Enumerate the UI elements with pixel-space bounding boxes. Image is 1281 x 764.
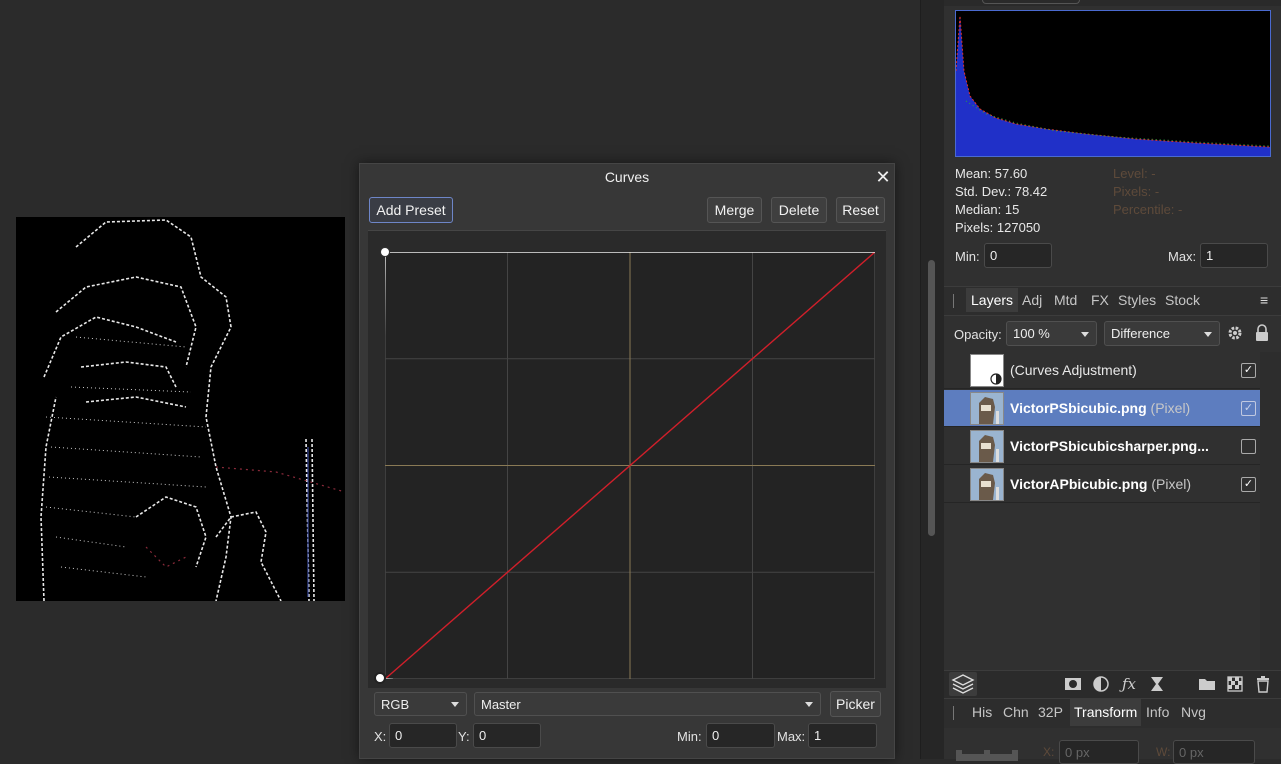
curve-max-label: Max:	[777, 729, 806, 744]
curve-control-point-bottom[interactable]	[374, 672, 386, 684]
layer-row-victorapbicubic[interactable]: VictorAPbicubic.png (Pixel) ✓	[944, 466, 1260, 503]
anchor-grid-icon[interactable]	[956, 748, 1018, 761]
curve-min-label: Min:	[677, 729, 702, 744]
stat-pixels: Pixels: 127050	[955, 220, 1041, 235]
curve-x-label: X:	[374, 729, 387, 744]
transform-x-label: X:	[1043, 745, 1055, 759]
layer-visibility-checkbox[interactable]	[1241, 439, 1256, 454]
panel-grip[interactable]	[953, 294, 954, 308]
curve-y-input[interactable]: 0	[473, 723, 541, 748]
transform-w-input[interactable]: 0 px	[1173, 740, 1255, 764]
panel-grip[interactable]	[953, 706, 954, 720]
layer-row-curves-adjustment[interactable]: (Curves Adjustment) ✓	[944, 352, 1260, 389]
tab-mtd[interactable]: Mtd	[1054, 292, 1077, 308]
histogram-min-input[interactable]: 0	[984, 243, 1052, 268]
merge-button[interactable]: Merge	[707, 197, 762, 223]
curve-control-point-top[interactable]	[380, 247, 390, 257]
adjustment-thumbnail	[970, 354, 1004, 387]
layer-filename: VictorAPbicubic.png	[1010, 476, 1148, 492]
chevron-down-icon	[1081, 331, 1089, 337]
component-dropdown[interactable]: Master	[474, 692, 821, 716]
add-preset-button[interactable]: Add Preset	[369, 197, 453, 223]
tab-channels[interactable]: Chn	[1003, 704, 1029, 720]
tab-adj[interactable]: Adj	[1022, 292, 1042, 308]
trash-icon[interactable]	[1253, 674, 1273, 694]
picker-button[interactable]: Picker	[830, 691, 881, 717]
layer-name: VictorAPbicubic.png (Pixel)	[1010, 476, 1191, 492]
panel-menu-icon[interactable]: ≡	[1260, 293, 1274, 307]
tab-transform[interactable]: Transform	[1070, 699, 1142, 726]
tab-stock[interactable]: Stock	[1165, 292, 1200, 308]
curve-x-input[interactable]: 0	[389, 723, 457, 748]
layers-stack-icon[interactable]	[949, 672, 977, 696]
layer-thumbnail	[970, 430, 1004, 463]
lock-icon[interactable]	[1255, 324, 1269, 342]
curve-y-label: Y:	[458, 729, 470, 744]
transform-x-input[interactable]: 0 px	[1059, 740, 1139, 764]
tab-fx[interactable]: FX	[1091, 292, 1109, 308]
layer-name: VictorPSbicubic.png (Pixel)	[1010, 400, 1190, 416]
live-filter-icon[interactable]	[1147, 674, 1167, 694]
layer-name: VictorPSbicubicsharper.png...	[1010, 438, 1209, 454]
channel-value: RGB	[381, 696, 410, 712]
transform-w-label: W:	[1156, 745, 1171, 759]
delete-button[interactable]: Delete	[771, 197, 827, 223]
layer-visibility-checkbox[interactable]: ✓	[1241, 401, 1256, 416]
layer-visibility-checkbox[interactable]: ✓	[1241, 363, 1256, 378]
layer-row-victorpsbicubicsharper[interactable]: VictorPSbicubicsharper.png...	[944, 428, 1260, 465]
layer-visibility-checkbox[interactable]: ✓	[1241, 477, 1256, 492]
layers-scrollbar[interactable]	[1260, 352, 1281, 670]
chevron-down-icon	[1204, 331, 1212, 337]
tab-history[interactable]: His	[972, 704, 992, 720]
histogram-max-input[interactable]: 1	[1200, 243, 1268, 268]
histogram-max-label: Max:	[1168, 249, 1197, 264]
mask-layer-icon[interactable]	[1063, 674, 1083, 694]
stat-std-dev: Std. Dev.: 78.42	[955, 184, 1048, 199]
curve-graph[interactable]	[385, 252, 875, 679]
stat-level: Level: -	[1113, 166, 1156, 181]
opacity-dropdown[interactable]: 100 %	[1006, 321, 1097, 346]
histogram-channel-dropdown[interactable]	[982, 0, 1080, 4]
blend-mode-dropdown[interactable]: Difference	[1104, 321, 1220, 346]
component-value: Master	[481, 696, 521, 712]
tab-info[interactable]: Info	[1146, 704, 1169, 720]
stat-percentile: Percentile: -	[1113, 202, 1183, 217]
histogram-min-label: Min:	[955, 249, 980, 264]
layer-name: (Curves Adjustment)	[1010, 362, 1137, 378]
tab-32p[interactable]: 32P	[1038, 704, 1063, 720]
chevron-down-icon	[451, 702, 459, 707]
tab-layers[interactable]: Layers	[966, 288, 1019, 312]
stat-pixels-cursor: Pixels: -	[1113, 184, 1160, 199]
close-icon[interactable]: ✕	[874, 168, 892, 186]
opacity-label: Opacity:	[954, 327, 1002, 342]
stat-median: Median: 15	[955, 202, 1020, 217]
layer-kind: (Pixel)	[1151, 476, 1191, 492]
channel-dropdown[interactable]: RGB	[374, 692, 467, 716]
fx-icon[interactable]: ƒx	[1119, 674, 1139, 694]
opacity-value: 100 %	[1013, 326, 1050, 341]
adjustment-layer-icon[interactable]	[1091, 674, 1111, 694]
chevron-down-icon	[805, 702, 813, 707]
blend-mode-value: Difference	[1111, 326, 1171, 341]
vertical-scrollbar[interactable]	[928, 260, 935, 536]
layer-thumbnail	[970, 392, 1004, 425]
folder-icon[interactable]	[1197, 674, 1217, 694]
histogram-graph	[955, 10, 1271, 157]
reset-button[interactable]: Reset	[836, 197, 885, 223]
gear-icon[interactable]	[1226, 324, 1244, 342]
layer-kind: (Pixel)	[1150, 400, 1191, 416]
tab-navigator[interactable]: Nvg	[1181, 704, 1206, 720]
curves-dialog-title: Curves	[604, 169, 650, 185]
layers-list-empty-area[interactable]	[944, 504, 1260, 670]
layer-thumbnail	[970, 468, 1004, 501]
stat-mean: Mean: 57.60	[955, 166, 1028, 181]
edge-detected-statue-image	[16, 217, 345, 601]
layer-row-victorpsbicubic[interactable]: VictorPSbicubic.png (Pixel) ✓	[944, 390, 1260, 427]
tab-styles[interactable]: Styles	[1118, 292, 1156, 308]
document-image[interactable]	[16, 217, 345, 601]
pixel-layer-icon[interactable]	[1225, 674, 1245, 694]
curve-max-input[interactable]: 1	[808, 723, 877, 748]
layer-filename: VictorPSbicubic.png	[1010, 400, 1147, 416]
curve-min-input[interactable]: 0	[706, 723, 775, 748]
